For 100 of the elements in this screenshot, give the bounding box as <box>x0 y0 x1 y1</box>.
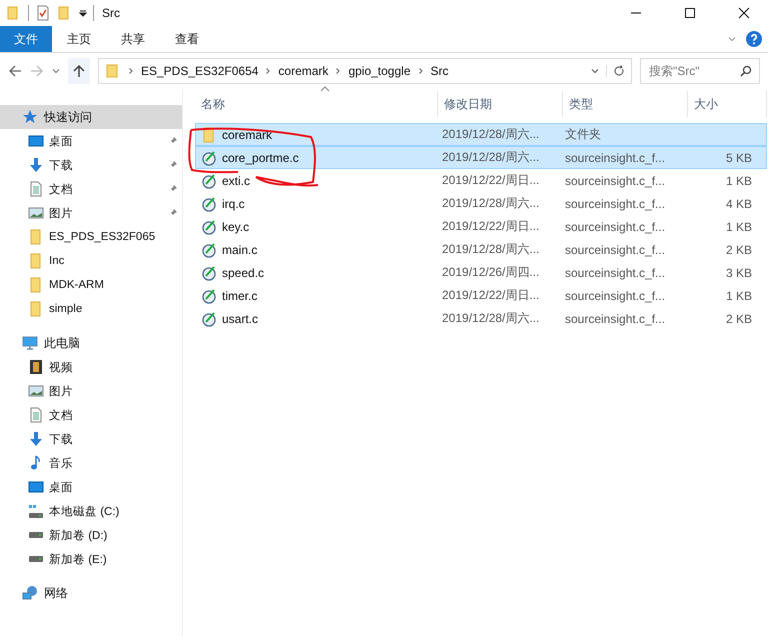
file-name: irq.c <box>222 196 245 210</box>
sidebar-item[interactable]: 桌面 <box>0 475 182 499</box>
down-arrow-icon <box>28 157 44 173</box>
ribbon-tab[interactable]: 主页 <box>52 26 106 52</box>
dropdown-icon[interactable] <box>79 9 87 17</box>
modified-date: 2019/12/22/周日... <box>442 287 540 304</box>
search-field[interactable]: 搜索"Src" <box>640 58 760 84</box>
file-type: sourceinsight.c_f... <box>565 220 666 234</box>
sidebar-item[interactable]: 文档 <box>0 403 182 427</box>
expand-ribbon-icon[interactable] <box>728 35 736 43</box>
file-row[interactable]: core_portme.c 2019/12/28/周六... sourceinsight.c_f... 5 KB <box>195 146 767 169</box>
sidebar-item[interactable]: 音乐 <box>0 451 182 475</box>
sidebar-item[interactable]: 桌面 <box>0 129 182 153</box>
document-icon <box>28 407 44 423</box>
sidebar-item[interactable]: 图片 <box>0 201 182 225</box>
close-icon[interactable] <box>738 7 750 19</box>
c-file-icon <box>201 264 217 280</box>
sidebar-label: 快速访问 <box>44 108 92 126</box>
back-arrow-icon[interactable] <box>8 64 22 78</box>
modified-date: 2019/12/26/周四... <box>442 264 540 281</box>
ribbon-tab[interactable]: 共享 <box>106 26 160 52</box>
sidebar-label: simple <box>49 303 84 315</box>
recent-dropdown-icon[interactable] <box>52 67 60 75</box>
modified-date: 2019/12/22/周日... <box>442 218 540 235</box>
help-icon[interactable] <box>746 31 762 47</box>
breadcrumb-item[interactable]: Src <box>430 64 448 78</box>
sidebar-label: 网络 <box>44 584 68 602</box>
sidebar-label: 桌面 <box>49 480 74 494</box>
file-row[interactable]: exti.c 2019/12/22/周日... sourceinsight.c_f... 1 KB <box>195 169 767 192</box>
sidebar-label: 新加卷 (D:) <box>49 528 108 542</box>
file-row[interactable]: usart.c 2019/12/28/周六... sourceinsight.c_f... 2 KB <box>195 307 767 330</box>
sidebar-item[interactable]: 新加卷 (D:) <box>0 523 182 547</box>
column-header[interactable]: 修改日期 <box>438 91 563 117</box>
sidebar-item[interactable]: 新加卷 (E:) <box>0 547 182 571</box>
file-name: core_portme.c <box>222 150 299 164</box>
file-type: sourceinsight.c_f... <box>565 312 666 326</box>
sidebar-section-item[interactable]: 网络 <box>0 581 182 605</box>
sidebar-label: ES_PDS_ES32F065 <box>49 231 156 243</box>
sidebar-label: 桌面 <box>49 134 74 148</box>
file-menu-tab[interactable]: 文件 <box>0 26 52 52</box>
sidebar-item[interactable]: 本地磁盘 (C:) <box>0 499 182 523</box>
file-row[interactable]: coremark 2019/12/28/周六... 文件夹 <box>195 123 767 146</box>
file-row[interactable]: timer.c 2019/12/22/周日... sourceinsight.c_f... 1 KB <box>195 284 767 307</box>
sidebar-label: MDK-ARM <box>49 279 105 291</box>
column-header[interactable]: 大小 <box>688 91 767 117</box>
breadcrumb-item[interactable]: coremark <box>278 64 328 78</box>
file-type: sourceinsight.c_f... <box>565 242 666 256</box>
c-file-icon <box>201 172 217 188</box>
sidebar-section-item[interactable]: 此电脑 <box>0 331 182 355</box>
history-dropdown-icon[interactable] <box>591 67 599 75</box>
refresh-icon[interactable] <box>606 65 625 77</box>
modified-date: 2019/12/28/周六... <box>442 149 540 166</box>
ribbon-tab[interactable]: 查看 <box>160 26 214 52</box>
network-icon <box>22 585 38 601</box>
file-row[interactable]: speed.c 2019/12/26/周四... sourceinsight.c_f... 3 KB <box>195 261 767 284</box>
modified-date: 2019/12/22/周日... <box>442 172 540 189</box>
breadcrumb-item[interactable]: gpio_toggle <box>348 64 410 78</box>
desktop-icon <box>28 133 44 149</box>
sidebar-item[interactable]: 视频 <box>0 355 182 379</box>
sidebar-item[interactable]: 文档 <box>0 177 182 201</box>
up-arrow-button[interactable] <box>68 58 90 84</box>
file-name: usart.c <box>222 312 258 326</box>
picture-icon <box>28 205 44 221</box>
drive-icon <box>28 503 44 519</box>
chevron-right-icon[interactable] <box>128 67 134 75</box>
sidebar-item[interactable]: Inc <box>0 249 182 273</box>
column-header[interactable]: 名称 <box>195 91 438 117</box>
chevron-right-icon[interactable] <box>335 67 342 75</box>
modified-date: 2019/12/28/周六... <box>442 310 540 327</box>
properties-icon[interactable] <box>35 5 51 21</box>
sidebar-item[interactable]: 下载 <box>0 427 182 451</box>
sidebar-label: 文档 <box>49 182 74 196</box>
picture-icon <box>28 383 44 399</box>
column-header[interactable]: 类型 <box>563 91 688 117</box>
chevron-right-icon[interactable] <box>418 67 424 75</box>
maximize-icon[interactable] <box>684 7 696 19</box>
sidebar-section-item[interactable]: 快速访问 <box>0 105 182 129</box>
file-name: key.c <box>222 220 250 234</box>
c-file-icon <box>201 288 217 304</box>
sidebar-item[interactable]: simple <box>0 297 182 321</box>
sidebar-label: 文档 <box>49 408 74 422</box>
sidebar-label: 此电脑 <box>44 334 80 352</box>
file-row[interactable]: key.c 2019/12/22/周日... sourceinsight.c_f... 1 KB <box>195 215 767 238</box>
file-row[interactable]: irq.c 2019/12/28/周六... sourceinsight.c_f... 4 KB <box>195 192 767 215</box>
sidebar-item[interactable]: 下载 <box>0 153 182 177</box>
down-arrow-icon <box>28 431 44 447</box>
file-size: 1 KB <box>726 288 752 302</box>
sidebar-label: 图片 <box>49 206 74 220</box>
sidebar-item[interactable]: 图片 <box>0 379 182 403</box>
c-file-icon <box>201 196 217 212</box>
file-size: 3 KB <box>726 266 752 280</box>
breadcrumb-item[interactable]: ES_PDS_ES32F0654 <box>141 64 258 78</box>
file-row[interactable]: main.c 2019/12/28/周六... sourceinsight.c_f... 2 KB <box>195 238 767 261</box>
drive-icon <box>28 531 44 539</box>
chevron-right-icon[interactable] <box>265 67 272 75</box>
file-type: sourceinsight.c_f... <box>565 288 666 302</box>
sidebar-item[interactable]: MDK-ARM <box>0 273 182 297</box>
address-bar[interactable]: ES_PDS_ES32F0654 coremark gpio_toggle Src <box>98 58 632 84</box>
file-size: 1 KB <box>726 174 752 188</box>
sidebar-item[interactable]: ES_PDS_ES32F065 <box>0 225 182 249</box>
